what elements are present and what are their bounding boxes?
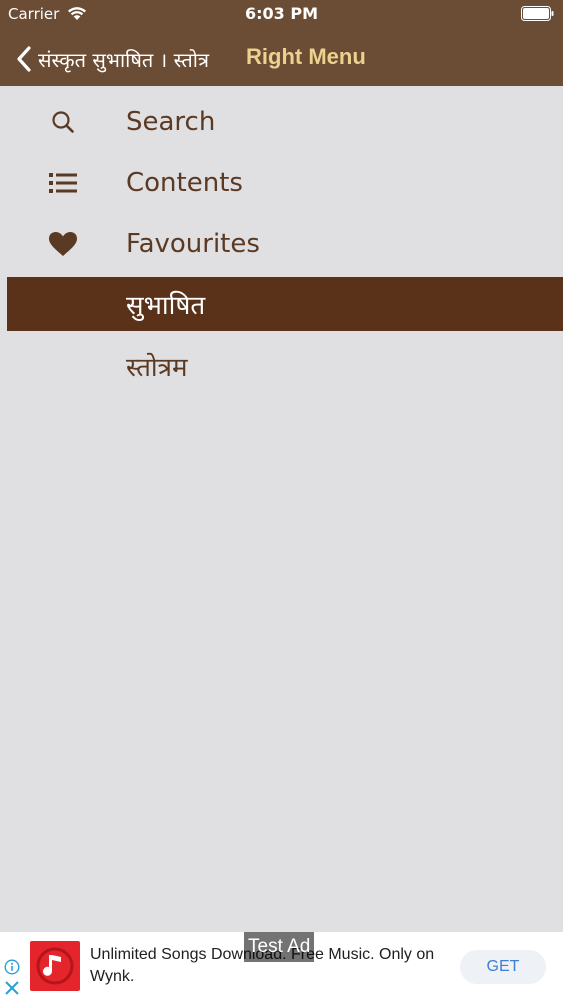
menu-item-favourites[interactable]: Favourites [7, 216, 563, 272]
back-button-label: संस्कृत सुभाषित । स्तोत्र [38, 47, 210, 72]
ad-banner[interactable]: Unlimited Songs Download. Free Music. On… [0, 932, 563, 1000]
menu-item-label: सुभाषित [126, 291, 206, 321]
menu-item-label: स्तोत्रम [126, 353, 188, 383]
menu-item-search[interactable]: Search [7, 94, 563, 150]
chevron-left-icon [17, 46, 31, 72]
test-ad-label: Test Ad [244, 932, 315, 962]
menu-item-contents[interactable]: Contents [7, 155, 563, 211]
get-button[interactable]: GET [460, 950, 546, 984]
search-icon [47, 106, 79, 138]
status-bar: Carrier 6:03 PM [0, 0, 563, 30]
list-icon [47, 167, 79, 199]
battery-icon [521, 6, 554, 21]
menu-item-stotram[interactable]: स्तोत्रम [7, 338, 563, 394]
navigation-bar: संस्कृत सुभाषित । स्तोत्र Right Menu [0, 32, 563, 86]
menu-item-label: Search [126, 107, 216, 137]
heart-icon [47, 228, 79, 260]
menu-item-label: Contents [126, 168, 243, 198]
page-title: Right Menu [246, 44, 366, 69]
back-button[interactable]: संस्कृत सुभाषित । स्तोत्र [14, 42, 209, 76]
header: Carrier 6:03 PM संस्कृत सुभाषित । स्तोत्… [0, 0, 563, 86]
clock: 6:03 PM [244, 4, 318, 23]
menu-item-label: Favourites [126, 229, 260, 259]
music-note-icon[interactable] [30, 941, 80, 991]
menu-item-subhashit[interactable]: सुभाषित [7, 277, 563, 331]
close-icon[interactable] [4, 980, 20, 996]
info-icon[interactable] [4, 959, 20, 975]
